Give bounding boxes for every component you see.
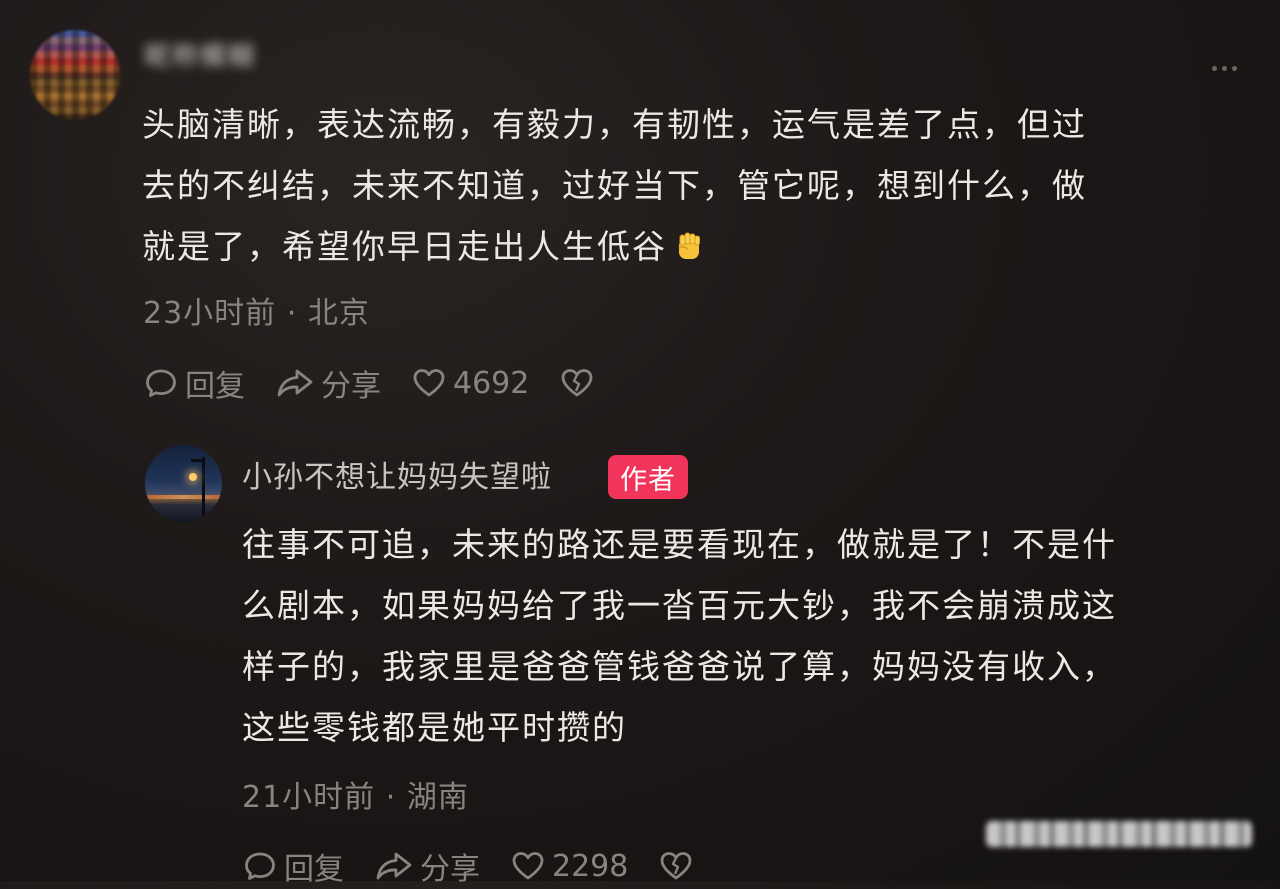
share-icon (376, 852, 412, 880)
comment-line: 就是了，希望你早日走出人生低谷 (142, 216, 1232, 277)
comment-text: 头脑清晰，表达流畅，有毅力，有韧性，运气是差了点，但过 去的不纠结，未来不知道，… (142, 94, 1232, 277)
reply-location: 湖南 (406, 780, 469, 815)
like-count: 4692 (453, 365, 530, 401)
broken-heart-icon (660, 852, 692, 880)
reply-line: 样子的，我家里是爸爸管钱爸爸说了算，妈妈没有收入， (242, 647, 1117, 686)
more-options-icon[interactable] (1204, 58, 1244, 78)
commenter-avatar[interactable] (30, 30, 120, 120)
share-label: 分享 (321, 369, 381, 404)
meta-separator: · (286, 296, 298, 331)
like-button[interactable]: 2298 (510, 848, 628, 884)
comment-action-bar: 回复 分享 4692 (143, 360, 595, 406)
reply-action-bar: 回复 分享 2298 (242, 843, 694, 889)
reply-label: 回复 (185, 369, 245, 404)
share-button[interactable]: 分享 (275, 361, 381, 405)
comment-time: 23小时前 (143, 296, 277, 331)
comment-line: 去的不纠结，未来不知道，过好当下，管它呢，想到什么，做 (142, 166, 1087, 205)
reply-button[interactable]: 回复 (242, 844, 344, 888)
raised-fist-icon (678, 232, 700, 259)
reply-line: 往事不可追，未来的路还是要看现在，做就是了！不是什 (242, 525, 1117, 564)
heart-icon (512, 852, 544, 880)
like-button[interactable]: 4692 (411, 365, 529, 401)
comment-line-text: 就是了，希望你早日走出人生低谷 (142, 227, 667, 266)
broken-heart-icon (561, 369, 593, 397)
watermark (986, 810, 1252, 858)
reply-label: 回复 (284, 852, 344, 887)
author-username[interactable]: 小孙不想让妈妈失望啦 (242, 452, 552, 496)
author-badge: 作者 (608, 455, 688, 499)
reply-meta: 21小时前 · 湖南 (242, 772, 469, 816)
comment-line: 头脑清晰，表达流畅，有毅力，有韧性，运气是差了点，但过 (142, 105, 1087, 144)
commenter-username[interactable]: 昵称模糊 (144, 36, 278, 72)
reply-button[interactable]: 回复 (143, 361, 245, 405)
reply-icon (245, 852, 275, 880)
reply-time: 21小时前 (242, 780, 376, 815)
comment-location: 北京 (307, 296, 370, 331)
author-avatar[interactable] (145, 445, 222, 522)
meta-separator: · (385, 780, 397, 815)
share-button[interactable]: 分享 (374, 844, 480, 888)
share-icon (277, 369, 313, 397)
reply-line: 么剧本，如果妈妈给了我一沓百元大钞，我不会崩溃成这 (242, 586, 1117, 625)
reply-line: 这些零钱都是她平时攒的 (242, 708, 627, 747)
share-label: 分享 (420, 852, 480, 887)
heart-icon (413, 369, 445, 397)
reply-icon (146, 369, 176, 397)
dislike-button[interactable] (559, 365, 595, 401)
like-count: 2298 (552, 848, 629, 884)
dislike-button[interactable] (658, 848, 694, 884)
reply-text: 往事不可追，未来的路还是要看现在，做就是了！不是什 么剧本，如果妈妈给了我一沓百… (242, 514, 1252, 758)
comment-meta: 23小时前 · 北京 (143, 288, 370, 332)
